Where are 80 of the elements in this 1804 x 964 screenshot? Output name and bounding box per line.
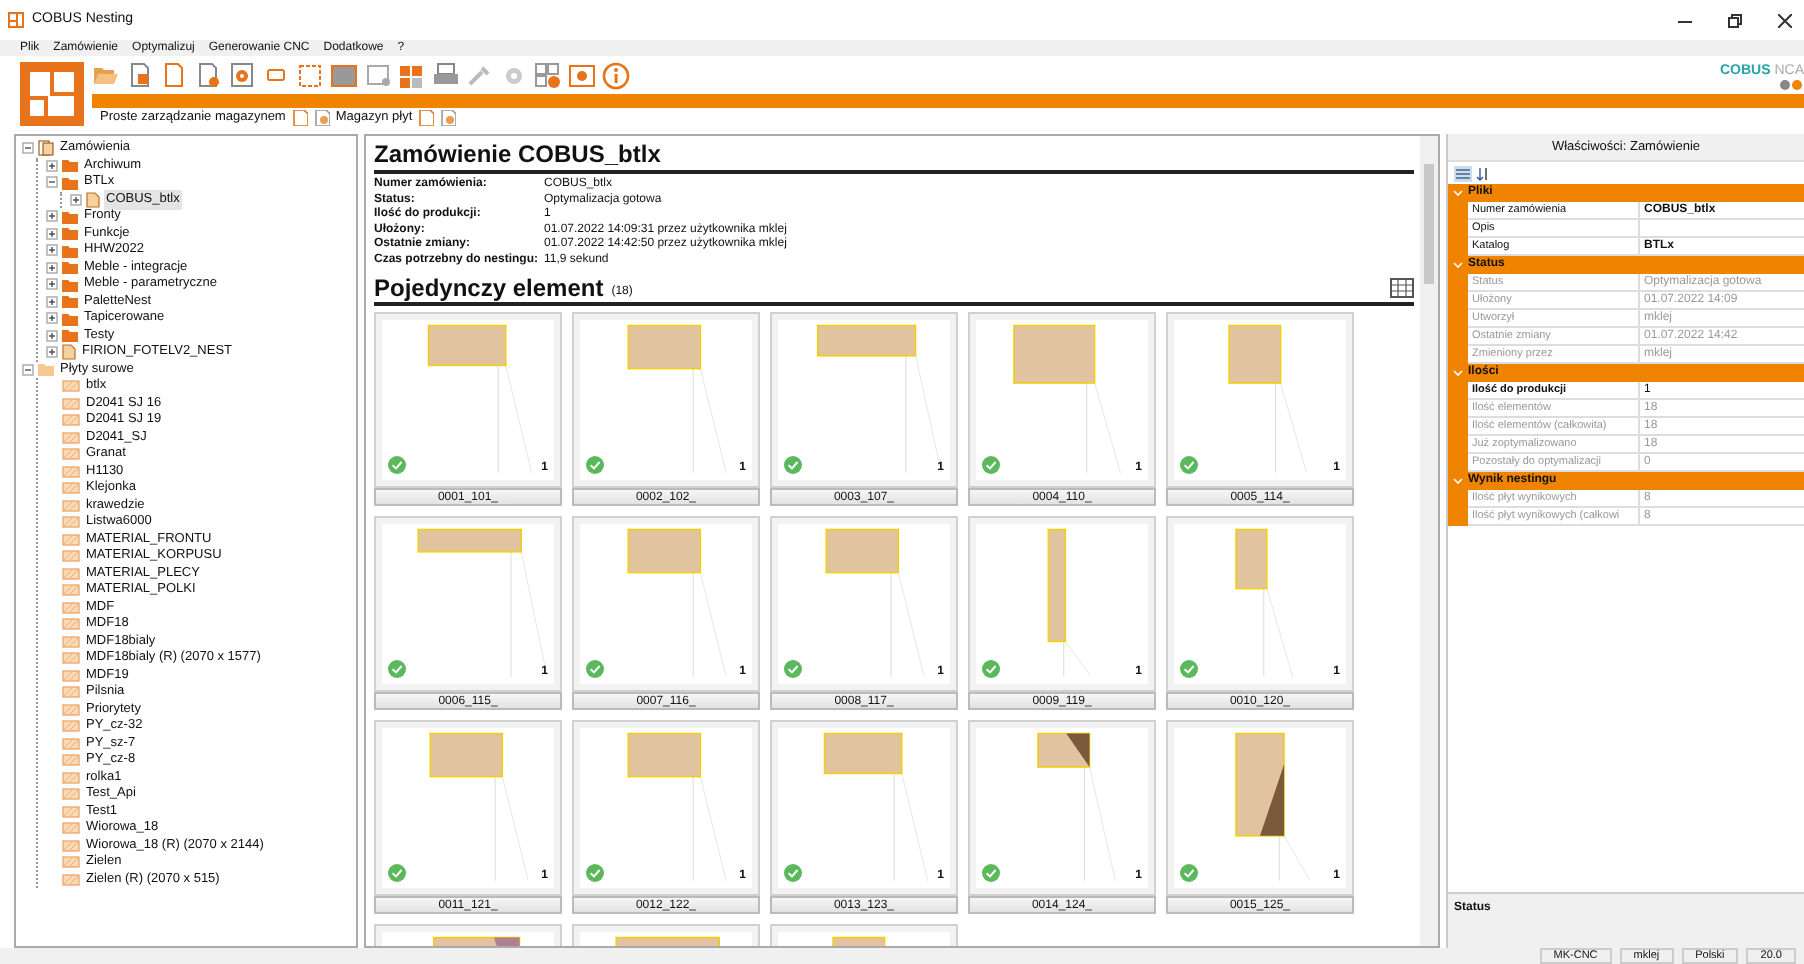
document-icon[interactable] [313,110,330,126]
categorized-icon[interactable] [1454,165,1472,181]
plate-icon [62,669,80,682]
expand-icon[interactable] [46,278,58,291]
plate-icon [62,856,80,869]
plate-icon [62,754,80,767]
info-icon[interactable] [602,62,630,90]
plate-icon [62,567,80,580]
plate-icon [62,805,80,818]
document-icon [62,344,76,361]
plate-icon [62,822,80,835]
document-icon[interactable] [440,110,457,126]
expand-icon[interactable] [70,193,82,206]
collapse-icon[interactable] [22,363,34,376]
plate-icon [62,601,80,614]
plate-icon [62,448,80,461]
panel-icon[interactable] [330,62,358,90]
plate-icon [62,431,80,444]
plate-icon [62,686,80,699]
sort-icon[interactable] [1476,165,1492,181]
document-icon[interactable] [194,62,222,90]
scrollbar[interactable] [1420,136,1438,946]
close-icon[interactable] [1778,13,1792,27]
plate-icon [62,465,80,478]
expand-icon[interactable] [46,329,58,342]
document-icon [86,191,100,208]
plate-icon [62,873,80,886]
plate-icon [62,499,80,512]
grid-icon[interactable] [398,62,426,90]
plate-icon [62,839,80,852]
plate-icon [62,720,80,733]
plate-icon [62,703,80,716]
expand-icon[interactable] [46,227,58,240]
folder-open-icon[interactable] [92,62,120,90]
plate-icon [62,635,80,648]
plate-icon [62,618,80,631]
chevron-down-icon[interactable] [1448,364,1468,382]
expand-icon[interactable] [46,210,58,223]
document-icon[interactable] [364,62,392,90]
document-icon[interactable] [160,62,188,90]
folder-icon [38,362,54,377]
expand-icon[interactable] [46,261,58,274]
restore-icon[interactable] [1728,13,1742,27]
plate-icon [62,397,80,410]
expand-icon[interactable] [46,244,58,257]
plate-icon [62,788,80,801]
settings-icon[interactable] [568,62,596,90]
app-icon [8,12,24,28]
document-icon[interactable] [126,62,154,90]
chevron-down-icon[interactable] [1448,472,1468,490]
plate-icon [62,380,80,393]
gear-icon[interactable] [228,62,256,90]
plate-icon [62,771,80,784]
plate-icon [62,414,80,427]
plate-icon [62,550,80,563]
expand-icon[interactable] [46,346,58,359]
plate-icon [62,482,80,495]
expand-icon[interactable] [46,312,58,325]
dots-icon [1780,79,1804,89]
order-title: Zamówienie COBUS_btlx [374,140,1414,174]
expand-icon[interactable] [46,159,58,172]
grid-icon[interactable] [534,62,562,90]
plate-icon [62,737,80,750]
collapse-icon[interactable] [46,176,58,189]
expand-icon[interactable] [46,295,58,308]
documents-icon [38,140,54,157]
collapse-icon[interactable] [22,142,34,155]
plate-icon [62,652,80,665]
plate-icon [62,516,80,529]
chevron-down-icon[interactable] [1448,184,1468,202]
selection-icon[interactable] [296,62,324,90]
app-logo [20,62,84,126]
plate-icon [62,533,80,546]
printer-icon[interactable] [432,62,460,90]
table-icon[interactable] [1390,278,1414,298]
scroll-thumb[interactable] [1424,164,1434,284]
section-title: Pojedynczy element [374,274,604,302]
plate-icon [62,584,80,597]
wrench-icon[interactable] [466,62,494,90]
chevron-down-icon[interactable] [1448,256,1468,274]
